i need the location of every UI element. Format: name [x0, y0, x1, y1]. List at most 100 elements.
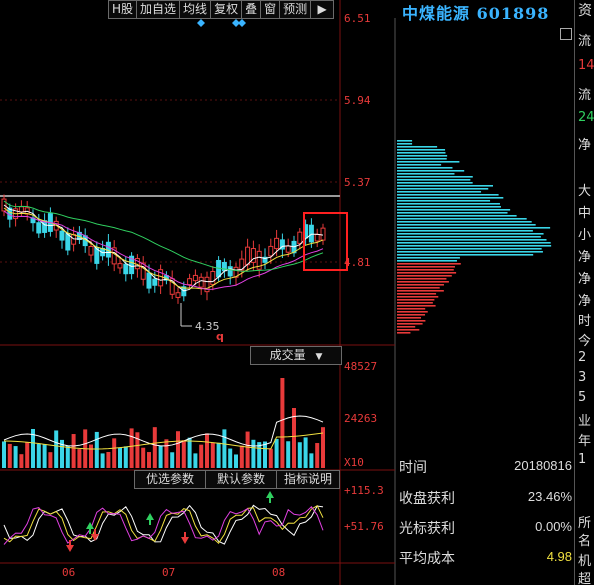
- chip-bar: [397, 287, 440, 289]
- price-axis-label: 5.94: [344, 94, 371, 107]
- volume-bar: [297, 442, 302, 468]
- volume-bar: [13, 446, 18, 468]
- right-info-panel: 资 流 14 流 24 净大中小净净净时今 2 3 5 业年 1 所名机超: [574, 0, 594, 585]
- chip-bar: [397, 206, 501, 208]
- volume-bar: [42, 444, 47, 468]
- chip-bar: [397, 257, 460, 259]
- volume-bar: [112, 438, 117, 468]
- right-panel-header: 资: [578, 3, 592, 19]
- candle-body: [268, 245, 274, 257]
- volume-selector[interactable]: 成交量 ▼: [250, 346, 342, 365]
- right-panel-item: 今: [578, 334, 592, 349]
- volume-bar: [164, 439, 169, 468]
- volume-bar: [205, 433, 209, 468]
- chip-bar: [397, 218, 527, 220]
- volume-bar: [280, 378, 285, 468]
- chip-bar: [397, 323, 423, 325]
- window-icon[interactable]: [560, 28, 572, 40]
- volume-bar: [7, 443, 12, 468]
- volume-bar: [141, 447, 146, 468]
- volume-axis-label: 24263: [344, 412, 378, 425]
- chip-bar: [397, 221, 532, 223]
- chip-info-row: 收盘获利 23.46%: [396, 486, 574, 516]
- tab-default-params[interactable]: 默认参数: [206, 470, 277, 489]
- candle-body: [152, 278, 158, 286]
- chip-info-value: 0.00%: [535, 519, 572, 534]
- right-panel-item: 2: [578, 350, 587, 365]
- chip-bar: [397, 332, 411, 334]
- chip-bar: [397, 215, 517, 217]
- chip-info-value: 4.98: [546, 549, 572, 564]
- volume-bar: [245, 431, 250, 468]
- marker-diamond: [238, 19, 246, 27]
- chip-bar: [397, 326, 416, 328]
- price-axis-label: 4.81: [344, 256, 371, 269]
- volume-bar: [216, 442, 221, 468]
- month-label: 07: [162, 566, 176, 579]
- chip-info-label: 收盘获利: [399, 491, 455, 507]
- right-panel-item: 中: [578, 206, 592, 221]
- volume-bar: [286, 441, 291, 468]
- chip-bar: [397, 299, 435, 301]
- chip-bar: [397, 233, 544, 235]
- right-panel-item: 净: [578, 294, 592, 309]
- chip-info-value: 20180816: [514, 458, 572, 473]
- chip-bar: [397, 296, 439, 298]
- chip-bar: [397, 170, 465, 172]
- right-panel-item: 1: [578, 452, 587, 467]
- candle-body: [314, 233, 320, 242]
- volume-bar: [129, 428, 134, 468]
- candle-body: [117, 263, 123, 269]
- indicator-axis-label: +51.76: [344, 520, 384, 533]
- tab-indicator-help[interactable]: 指标说明: [277, 470, 340, 489]
- chip-bar: [397, 227, 551, 229]
- volume-bar: [2, 441, 6, 468]
- chip-bar: [397, 197, 504, 199]
- chip-bar: [397, 203, 500, 205]
- chip-bar: [397, 242, 551, 244]
- chip-bar: [397, 302, 433, 304]
- chip-bar: [397, 248, 542, 250]
- volume-bar: [181, 440, 186, 468]
- chip-bar: [397, 185, 493, 187]
- volume-bar: [36, 443, 41, 468]
- candle-body: [187, 278, 193, 286]
- volume-bar: [89, 444, 93, 468]
- moving-average-line: [3, 200, 324, 272]
- chip-bar: [397, 209, 511, 211]
- chip-bar: [397, 164, 442, 166]
- chip-bar: [397, 173, 455, 175]
- chip-bar: [397, 272, 457, 274]
- candle-body: [227, 266, 233, 277]
- right-panel-item: 机: [578, 554, 592, 569]
- indicator-line: [3, 506, 324, 545]
- chip-info-label: 平均成本: [399, 551, 455, 567]
- volume-bar: [94, 431, 99, 468]
- right-panel-item: 大: [578, 184, 592, 199]
- right-panel-item: 所: [578, 516, 592, 531]
- candle-body: [297, 231, 303, 244]
- volume-bar: [118, 447, 122, 468]
- volume-bar: [239, 445, 244, 468]
- tab-preferred-params[interactable]: 优选参数: [134, 470, 206, 489]
- chip-info-label: 光标获利: [399, 521, 455, 537]
- volume-bar: [100, 453, 105, 468]
- indicator-axis-label: +115.3: [344, 484, 384, 497]
- volume-bar: [19, 454, 24, 468]
- volume-bar: [222, 429, 227, 468]
- chip-info-label: 时间: [399, 460, 427, 476]
- param-tabs: 优选参数 默认参数 指标说明: [134, 470, 340, 489]
- chip-bar: [397, 314, 426, 316]
- chip-bar: [397, 329, 420, 331]
- candle-body: [123, 263, 129, 275]
- chip-bar: [397, 275, 452, 277]
- month-label: 06: [62, 566, 76, 579]
- volume-bar: [251, 439, 256, 468]
- volume-bar: [123, 446, 128, 468]
- chip-bar: [397, 200, 491, 202]
- volume-bar: [25, 442, 30, 468]
- volume-bar: [65, 445, 70, 468]
- chip-bar: [397, 188, 489, 190]
- chip-bar: [397, 155, 448, 157]
- chip-bar: [397, 284, 444, 286]
